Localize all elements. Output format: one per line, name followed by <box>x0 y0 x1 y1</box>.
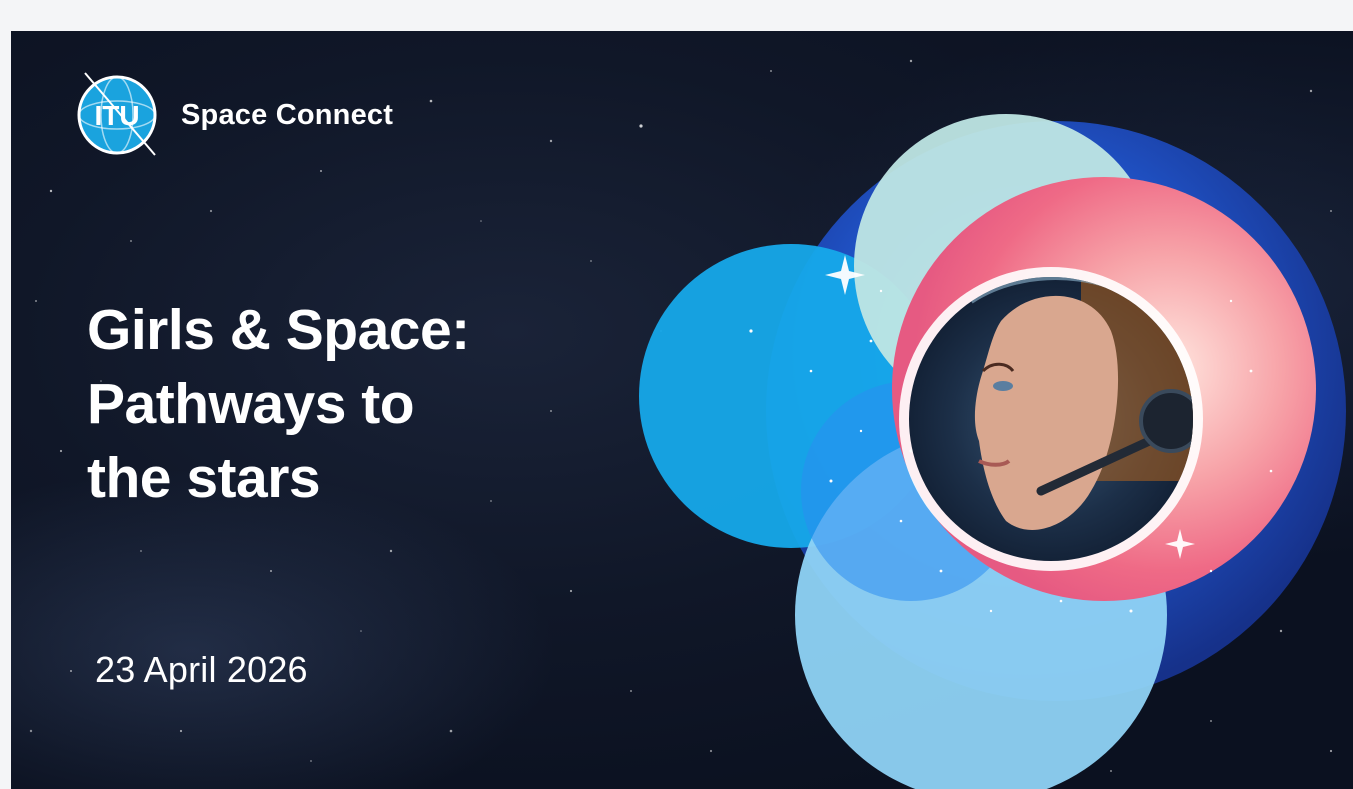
brand-logo[interactable]: ITU Space Connect <box>71 69 393 161</box>
event-title-line-1: Girls & Space: <box>87 298 470 362</box>
event-banner: ITU Space Connect Girls & Space: Pathway… <box>11 31 1353 789</box>
event-title-line-2: Pathways to <box>87 372 415 436</box>
event-title-line-3: the stars <box>87 446 321 510</box>
event-date: 23 April 2026 <box>95 649 308 690</box>
logo-lettering: ITU <box>94 100 139 131</box>
itu-globe-logo-icon: ITU <box>77 72 157 156</box>
product-name: Space Connect <box>181 98 394 131</box>
hero-artwork <box>639 114 1346 789</box>
event-title: Girls & Space: Pathways to the stars <box>87 293 470 515</box>
